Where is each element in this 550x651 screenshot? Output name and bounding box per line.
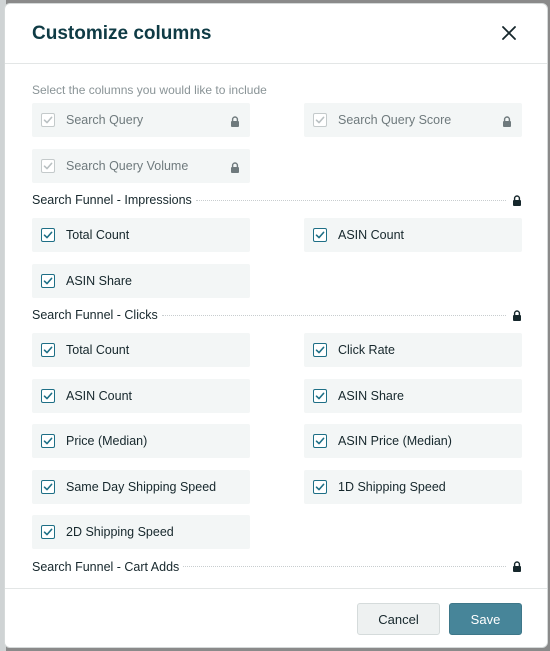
checkmark-icon: [43, 115, 53, 125]
column-option-total-count[interactable]: Total Count: [32, 218, 250, 252]
checkbox[interactable]: [313, 479, 327, 494]
option-label: Total Count: [66, 343, 130, 357]
checkmark-icon: [43, 230, 53, 240]
checkbox[interactable]: [313, 434, 327, 448]
checkmark-icon: [43, 161, 53, 171]
column-option-search-query-volume: Search Query Volume: [32, 148, 250, 183]
option-label: ASIN Count: [66, 388, 133, 403]
section-search-funnel-impressions: Search Funnel - Impressions: [32, 192, 522, 208]
column-option-search-query: Search Query: [32, 103, 250, 137]
lock-icon: [512, 561, 522, 572]
lock-icon: [230, 160, 240, 178]
column-option-click-rate[interactable]: Click Rate: [304, 333, 522, 367]
option-label: 2D Shipping Speed: [66, 525, 174, 539]
column-option-asin-price-median[interactable]: ASIN Price (Median): [304, 424, 522, 458]
dialog-body[interactable]: Select the columns you would like to inc…: [5, 65, 547, 588]
checkbox[interactable]: [313, 343, 327, 357]
option-label: 1D Shipping Speed: [338, 479, 446, 494]
lock-icon: [230, 114, 240, 132]
checkmark-icon: [315, 436, 325, 446]
column-option-asin-count[interactable]: ASIN Count: [304, 218, 522, 252]
column-option-search-query-score: Search Query Score: [304, 103, 522, 137]
dialog-header: Customize columns: [5, 4, 547, 64]
checkmark-icon: [43, 391, 53, 401]
column-option-asin-count[interactable]: ASIN Count: [32, 378, 250, 413]
column-option-price-median[interactable]: Price (Median): [32, 424, 250, 458]
checkbox: [313, 113, 327, 127]
lock-icon: [512, 194, 522, 206]
section-divider: [195, 199, 506, 201]
checkbox[interactable]: [41, 479, 55, 494]
checkbox[interactable]: [313, 228, 327, 242]
option-label: Price (Median): [66, 434, 148, 448]
checkbox[interactable]: [41, 343, 55, 357]
section-title: Search Funnel - Clicks: [32, 308, 158, 322]
customize-columns-dialog: Customize columns Select the columns you…: [4, 3, 548, 648]
checkmark-icon: [43, 276, 53, 286]
column-option-total-count[interactable]: Total Count: [32, 333, 250, 367]
column-option-1d-shipping-speed[interactable]: 1D Shipping Speed: [304, 469, 522, 504]
lock-icon: [502, 114, 512, 132]
instructions-text: Select the columns you would like to inc…: [32, 83, 267, 97]
section-divider: [161, 314, 506, 316]
checkbox[interactable]: [41, 434, 55, 448]
checkmark-icon: [315, 391, 325, 401]
option-label: Click Rate: [338, 343, 395, 357]
section-title: Search Funnel - Cart Adds: [32, 559, 180, 574]
checkbox[interactable]: [313, 388, 327, 403]
checkmark-icon: [43, 345, 53, 355]
checkmark-icon: [43, 482, 53, 492]
section-divider: [183, 566, 506, 567]
dialog-title: Customize columns: [32, 23, 212, 44]
cancel-button[interactable]: Cancel: [357, 603, 440, 635]
option-label: Search Query Score: [338, 113, 452, 127]
section-search-funnel-cart-adds: Search Funnel - Cart Adds: [32, 559, 522, 575]
checkmark-icon: [315, 115, 325, 125]
checkbox[interactable]: [41, 388, 55, 403]
option-label: Search Query: [66, 113, 144, 127]
section-search-funnel-clicks: Search Funnel - Clicks: [32, 307, 522, 323]
checkmark-icon: [315, 345, 325, 355]
section-title: Search Funnel - Impressions: [32, 193, 192, 207]
checkbox: [41, 113, 55, 127]
column-option-2d-shipping-speed[interactable]: 2D Shipping Speed: [32, 515, 250, 549]
checkbox: [41, 158, 55, 173]
checkmark-icon: [43, 436, 53, 446]
checkbox[interactable]: [41, 525, 55, 539]
option-label: ASIN Share: [66, 273, 133, 288]
save-button[interactable]: Save: [449, 603, 522, 635]
option-label: ASIN Price (Median): [338, 434, 452, 448]
column-option-asin-share[interactable]: ASIN Share: [32, 263, 250, 298]
close-icon: [502, 26, 516, 40]
column-option-asin-share[interactable]: ASIN Share: [304, 378, 522, 413]
checkbox[interactable]: [41, 228, 55, 242]
close-button[interactable]: [497, 21, 521, 45]
option-label: Total Count: [66, 228, 130, 242]
lock-icon: [512, 309, 522, 321]
option-label: ASIN Count: [338, 228, 405, 242]
column-option-same-day-shipping-speed[interactable]: Same Day Shipping Speed: [32, 469, 250, 504]
option-label: Search Query Volume: [66, 158, 189, 173]
checkmark-icon: [315, 482, 325, 492]
dialog-footer: Cancel Save: [5, 588, 547, 647]
option-label: ASIN Share: [338, 388, 405, 403]
checkbox[interactable]: [41, 273, 55, 288]
option-label: Same Day Shipping Speed: [66, 479, 217, 494]
checkmark-icon: [315, 230, 325, 240]
checkmark-icon: [43, 527, 53, 537]
